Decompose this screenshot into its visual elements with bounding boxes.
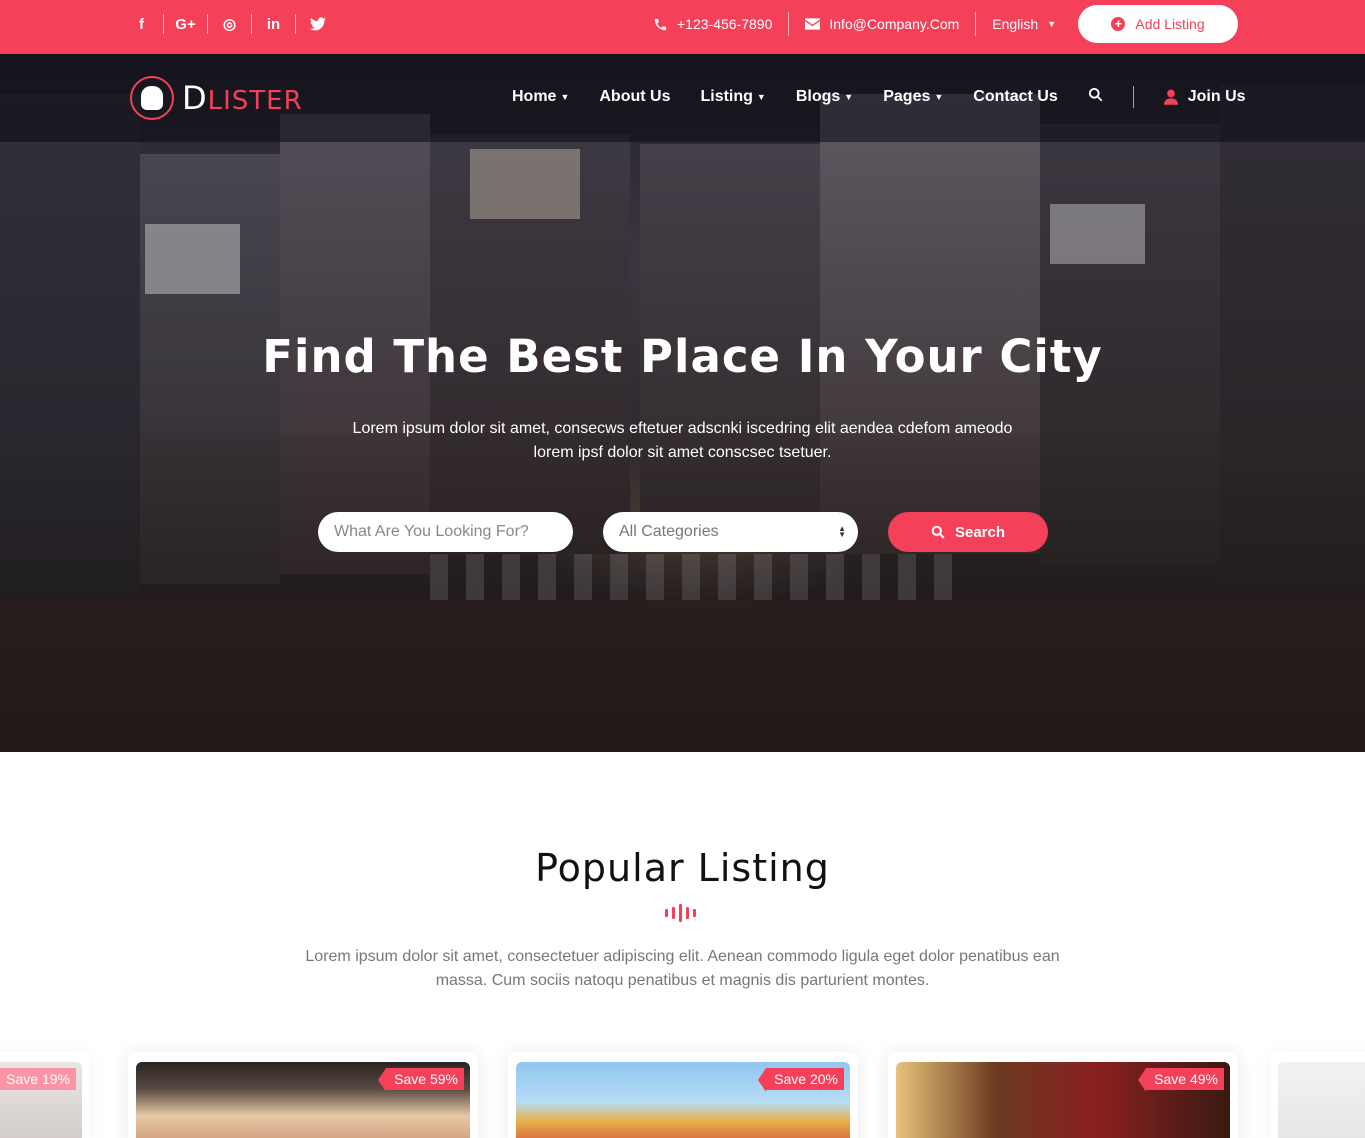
hero-subtitle: Lorem ipsum dolor sit amet, consecws eft…	[352, 420, 1013, 461]
join-us-link[interactable]: Join Us	[1163, 88, 1246, 106]
section-title: Popular Listing	[535, 846, 830, 890]
logo-text: DLISTER	[182, 79, 303, 117]
nav-item-about-us[interactable]: About Us	[599, 88, 670, 106]
hero-lower-band	[0, 600, 1365, 752]
save-badge: Save 19%	[0, 1068, 76, 1090]
language-label: English	[992, 16, 1039, 32]
chevron-down-icon: ▼	[560, 92, 570, 102]
listing-card[interactable]	[1270, 1052, 1365, 1138]
nav-divider	[1132, 86, 1134, 108]
nav-item-home[interactable]: Home ▼	[512, 88, 569, 106]
top-bar: f G+ ◎ in +123-456-7890 Info@Company.Com…	[0, 0, 1365, 54]
search-input[interactable]	[318, 512, 573, 552]
email-address: Info@Company.Com	[829, 16, 960, 32]
linkedin-icon[interactable]: in	[252, 14, 296, 34]
site-logo[interactable]: DLISTER	[130, 76, 303, 120]
chevron-down-icon: ▼	[756, 92, 766, 102]
save-badge: Save 49%	[1138, 1068, 1224, 1092]
search-icon[interactable]	[1088, 87, 1103, 107]
hero-section: DLISTER Home ▼ About Us Listing ▼ Blogs ▼ P…	[0, 54, 1365, 752]
envelope-icon	[805, 18, 821, 30]
phone-number: +123-456-7890	[677, 16, 773, 32]
listing-card[interactable]: Save 19%	[0, 1052, 90, 1138]
twitter-bird-icon	[310, 17, 326, 31]
listing-card[interactable]: Save 49%	[888, 1052, 1238, 1138]
add-listing-button[interactable]: + Add Listing	[1078, 5, 1238, 43]
email-contact[interactable]: Info@Company.Com	[789, 12, 977, 36]
listing-image	[1278, 1062, 1365, 1138]
nav-item-listing[interactable]: Listing ▼	[700, 88, 765, 106]
add-listing-label: Add Listing	[1135, 16, 1205, 32]
facebook-icon[interactable]: f	[120, 14, 164, 34]
nav-item-pages[interactable]: Pages ▼	[883, 88, 943, 106]
search-icon	[931, 525, 945, 539]
search-button[interactable]: Search	[888, 512, 1048, 552]
chevron-down-icon: ▼	[844, 92, 854, 102]
google-plus-icon[interactable]: G+	[164, 14, 208, 34]
user-icon	[1163, 89, 1178, 105]
twitter-icon[interactable]	[296, 14, 340, 34]
section-description: Lorem ipsum dolor sit amet, consectetuer…	[305, 948, 1060, 989]
hero-title: Find The Best Place In Your City	[262, 330, 1103, 383]
main-navbar: DLISTER Home ▼ About Us Listing ▼ Blogs ▼ P…	[0, 54, 1365, 142]
plus-circle-icon: +	[1111, 17, 1126, 31]
listing-card[interactable]: Save 59%	[128, 1052, 478, 1138]
phone-icon	[654, 18, 667, 30]
nav-item-blogs[interactable]: Blogs ▼	[796, 88, 853, 106]
category-select[interactable]: All Categories ▲ ▼	[603, 512, 858, 552]
instagram-icon[interactable]: ◎	[208, 14, 252, 34]
select-arrows-icon: ▲ ▼	[838, 524, 846, 539]
nav-item-contact-us[interactable]: Contact Us	[973, 88, 1057, 106]
language-selector[interactable]: English ▼	[976, 12, 1072, 36]
chevron-down-icon: ▼	[1047, 19, 1057, 29]
category-value: All Categories	[619, 523, 719, 540]
search-button-label: Search	[954, 523, 1006, 541]
listing-card[interactable]: Save 20%	[508, 1052, 858, 1138]
section-divider-icon	[665, 904, 696, 922]
main-menu: Home ▼ About Us Listing ▼ Blogs ▼ Pages ▼ Co…	[512, 86, 1246, 108]
social-links: f G+ ◎ in	[120, 0, 340, 48]
save-badge: Save 59%	[378, 1068, 464, 1092]
contact-info: +123-456-7890 Info@Company.Com English ▼	[645, 0, 1072, 48]
logo-mark-icon	[130, 76, 174, 120]
chevron-down-icon: ▼	[934, 92, 944, 102]
join-us-label: Join Us	[1187, 88, 1246, 105]
phone-contact[interactable]: +123-456-7890	[645, 12, 790, 36]
save-badge: Save 20%	[758, 1068, 844, 1092]
